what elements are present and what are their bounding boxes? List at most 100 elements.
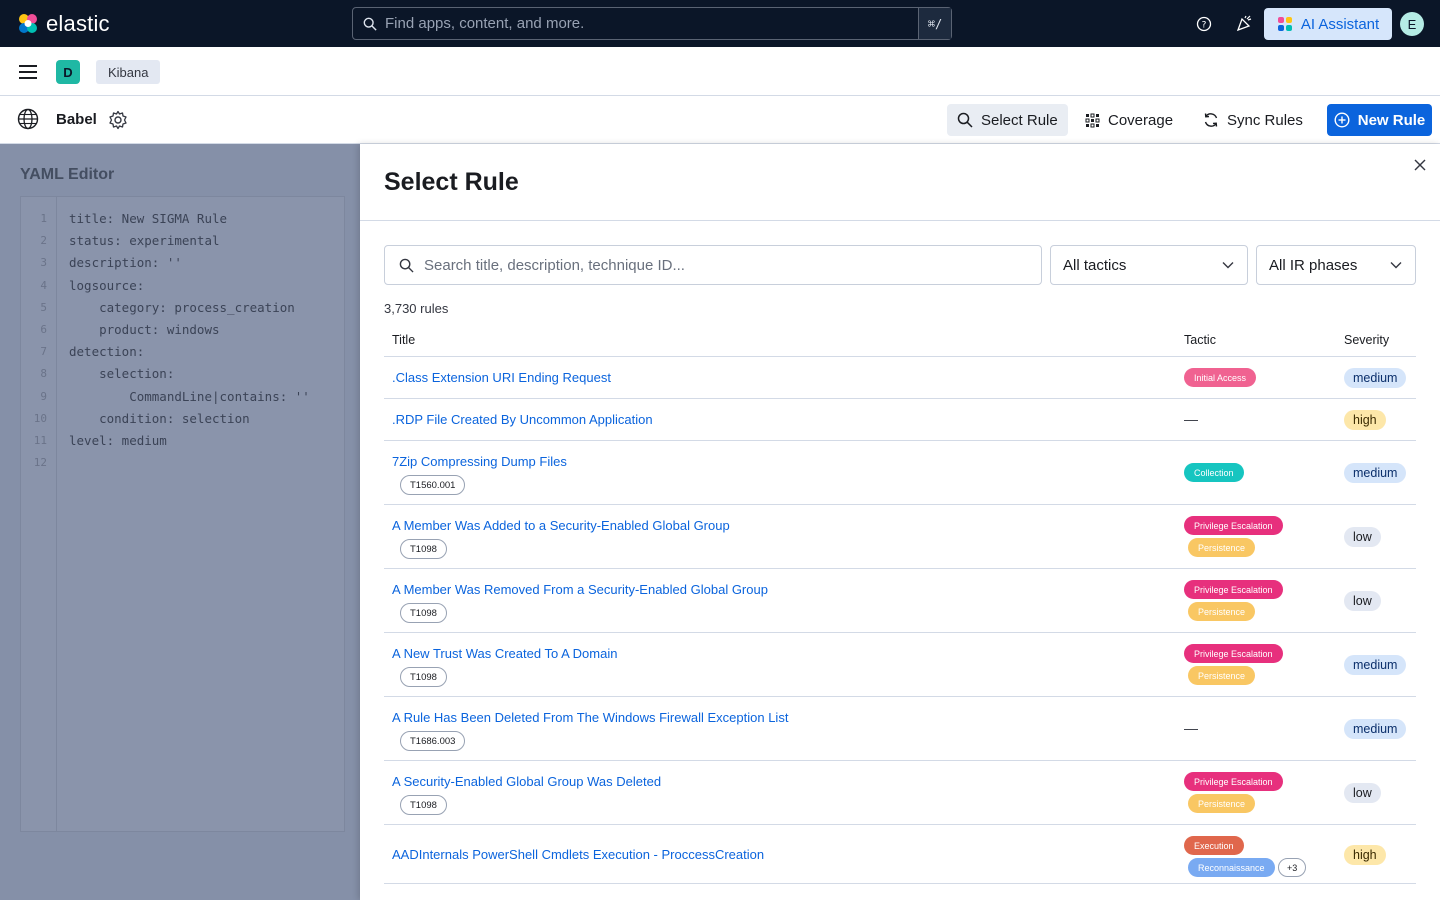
sync-rules-button[interactable]: Sync Rules — [1193, 104, 1313, 136]
table-row[interactable]: A New Trust Was Created To A Domain T1098… — [384, 633, 1416, 697]
technique-badge: T1098 — [400, 795, 447, 815]
sync-rules-label: Sync Rules — [1227, 111, 1303, 129]
table-row[interactable]: A Member Was Removed From a Security-Ena… — [384, 569, 1416, 633]
help-icon[interactable]: ? — [1194, 14, 1214, 34]
flyout-divider — [360, 220, 1440, 221]
empty-tactic: — — [1184, 411, 1198, 427]
tactic-filter-select[interactable]: All tactics — [1050, 245, 1248, 285]
table-row[interactable]: .Class Extension URI Ending Request Initi… — [384, 357, 1416, 399]
rule-title-link[interactable]: A Member Was Removed From a Security-Ena… — [392, 582, 768, 597]
table-row[interactable]: 7Zip Compressing Dump Files T1560.001 Coll… — [384, 441, 1416, 505]
select-rule-button[interactable]: Select Rule — [947, 104, 1068, 136]
yaml-code-editor[interactable]: 1 title: New SIGMA Rule 2 status: experimen… — [20, 196, 345, 832]
table-row[interactable]: .RDP File Created By Uncommon Applicatio… — [384, 399, 1416, 441]
new-rule-label: New Rule — [1357, 111, 1426, 129]
rule-title-link[interactable]: A Member Was Added to a Security-Enabled… — [392, 518, 730, 533]
severity-badge: high — [1344, 844, 1386, 865]
technique-badge: T1098 — [400, 667, 447, 687]
tactic-filter-value: All tactics — [1063, 256, 1127, 274]
code-line: level: medium — [69, 433, 167, 448]
hamburger-menu-icon[interactable] — [19, 65, 37, 79]
yaml-editor-title: YAML Editor — [20, 166, 115, 183]
tactic-badge: Privilege Escalation — [1184, 772, 1283, 791]
technique-badge: T1098 — [400, 603, 447, 623]
rule-search-placeholder: Search title, description, technique ID.… — [424, 256, 685, 274]
line-number: 6 — [40, 323, 47, 336]
code-line: CommandLine|contains: '' — [69, 388, 310, 404]
svg-text:?: ? — [1202, 21, 1207, 31]
search-shortcut-badge: ⌘/ — [918, 8, 951, 39]
chevron-down-icon — [1222, 262, 1234, 269]
severity-badge: medium — [1344, 463, 1407, 483]
rule-title-link[interactable]: A Rule Has Been Deleted From The Windows… — [392, 710, 788, 725]
rule-search-input[interactable]: Search title, description, technique ID.… — [384, 245, 1042, 285]
globe-icon[interactable] — [17, 108, 39, 130]
rule-title-link[interactable]: .Class Extension URI Ending Request — [392, 370, 611, 385]
code-line: selection: — [69, 366, 175, 382]
tactic-badge: Execution — [1184, 836, 1244, 855]
coverage-label: Coverage — [1108, 111, 1174, 129]
code-line: title: New SIGMA Rule — [69, 211, 228, 226]
gear-icon[interactable] — [108, 110, 128, 130]
tactic-badge: Privilege Escalation — [1184, 580, 1283, 599]
line-number-gutter — [21, 197, 57, 831]
newsfeed-icon[interactable] — [1234, 14, 1254, 34]
elastic-logo-icon — [19, 14, 37, 33]
severity-badge: low — [1344, 591, 1381, 611]
select-rule-label: Select Rule — [981, 111, 1058, 129]
search-placeholder: Find apps, content, and more. — [385, 15, 585, 32]
line-number: 12 — [33, 456, 47, 470]
table-row[interactable]: A Member Was Added to a Security-Enabled… — [384, 505, 1416, 569]
user-avatar[interactable]: E — [1400, 12, 1424, 36]
line-number: 11 — [33, 434, 47, 447]
severity-badge: medium — [1344, 655, 1407, 675]
column-header-severity[interactable]: Severity — [1344, 333, 1389, 347]
line-number: 5 — [40, 300, 47, 314]
line-number: 7 — [40, 345, 47, 359]
code-line: category: process_creation — [69, 299, 295, 315]
column-header-title[interactable]: Title — [392, 333, 415, 347]
ai-assistant-label: AI Assistant — [1300, 15, 1380, 33]
more-tactics-badge[interactable]: +3 — [1278, 858, 1307, 877]
elastic-logo[interactable]: elastic — [16, 11, 110, 37]
tactic-badge: Persistence — [1188, 666, 1256, 685]
line-number: 4 — [40, 278, 47, 292]
global-search-input[interactable]: Find apps, content, and more. ⌘/ — [352, 7, 952, 40]
new-rule-button[interactable]: New Rule — [1327, 104, 1432, 136]
tactic-badge: Privilege Escalation — [1184, 516, 1283, 535]
table-row[interactable]: AADInternals PowerShell Cmdlets Executio… — [384, 825, 1416, 884]
ai-assistant-button[interactable]: AI Assistant — [1264, 8, 1392, 40]
close-icon[interactable] — [1412, 157, 1428, 173]
ir-phase-filter-select[interactable]: All IR phases — [1256, 245, 1416, 285]
severity-badge: low — [1344, 527, 1381, 547]
technique-badge: T1686.003 — [400, 731, 466, 751]
line-number: 2 — [40, 234, 47, 248]
code-line: detection: — [69, 344, 145, 360]
breadcrumb-kibana[interactable]: Kibana — [96, 60, 161, 84]
rule-title-link[interactable]: 7Zip Compressing Dump Files — [392, 454, 567, 469]
severity-badge: low — [1344, 783, 1381, 803]
tactic-badge: Persistence — [1188, 602, 1256, 621]
rule-title-link[interactable]: A New Trust Was Created To A Domain — [392, 646, 617, 661]
grid-icon — [1085, 113, 1100, 127]
rule-title-link[interactable]: AADInternals PowerShell Cmdlets Executio… — [392, 847, 764, 862]
rule-count: 3,730 rules — [384, 301, 449, 316]
table-row[interactable]: A Security-Enabled Global Group Was Dele… — [384, 761, 1416, 825]
rule-title-link[interactable]: A Security-Enabled Global Group Was Dele… — [392, 774, 661, 789]
line-number: 10 — [33, 411, 47, 425]
technique-badge: T1560.001 — [400, 475, 466, 495]
column-header-tactic[interactable]: Tactic — [1184, 333, 1216, 347]
search-icon — [363, 17, 377, 31]
table-row[interactable]: A Rule Has Been Deleted From The Windows… — [384, 697, 1416, 761]
space-avatar[interactable]: D — [56, 60, 80, 84]
tactic-badge: Privilege Escalation — [1184, 644, 1283, 663]
severity-badge: high — [1344, 410, 1386, 430]
severity-badge: medium — [1344, 719, 1407, 739]
ai-assistant-icon — [1277, 17, 1292, 31]
coverage-button[interactable]: Coverage — [1075, 104, 1183, 136]
top-nav-bar: elastic Find apps, content, and more. ⌘/… — [0, 0, 1440, 47]
rule-title-link[interactable]: .RDP File Created By Uncommon Applicatio… — [392, 412, 653, 427]
code-line: condition: selection — [69, 410, 250, 426]
ir-phase-filter-value: All IR phases — [1269, 256, 1358, 274]
code-line: logsource: — [69, 277, 145, 293]
